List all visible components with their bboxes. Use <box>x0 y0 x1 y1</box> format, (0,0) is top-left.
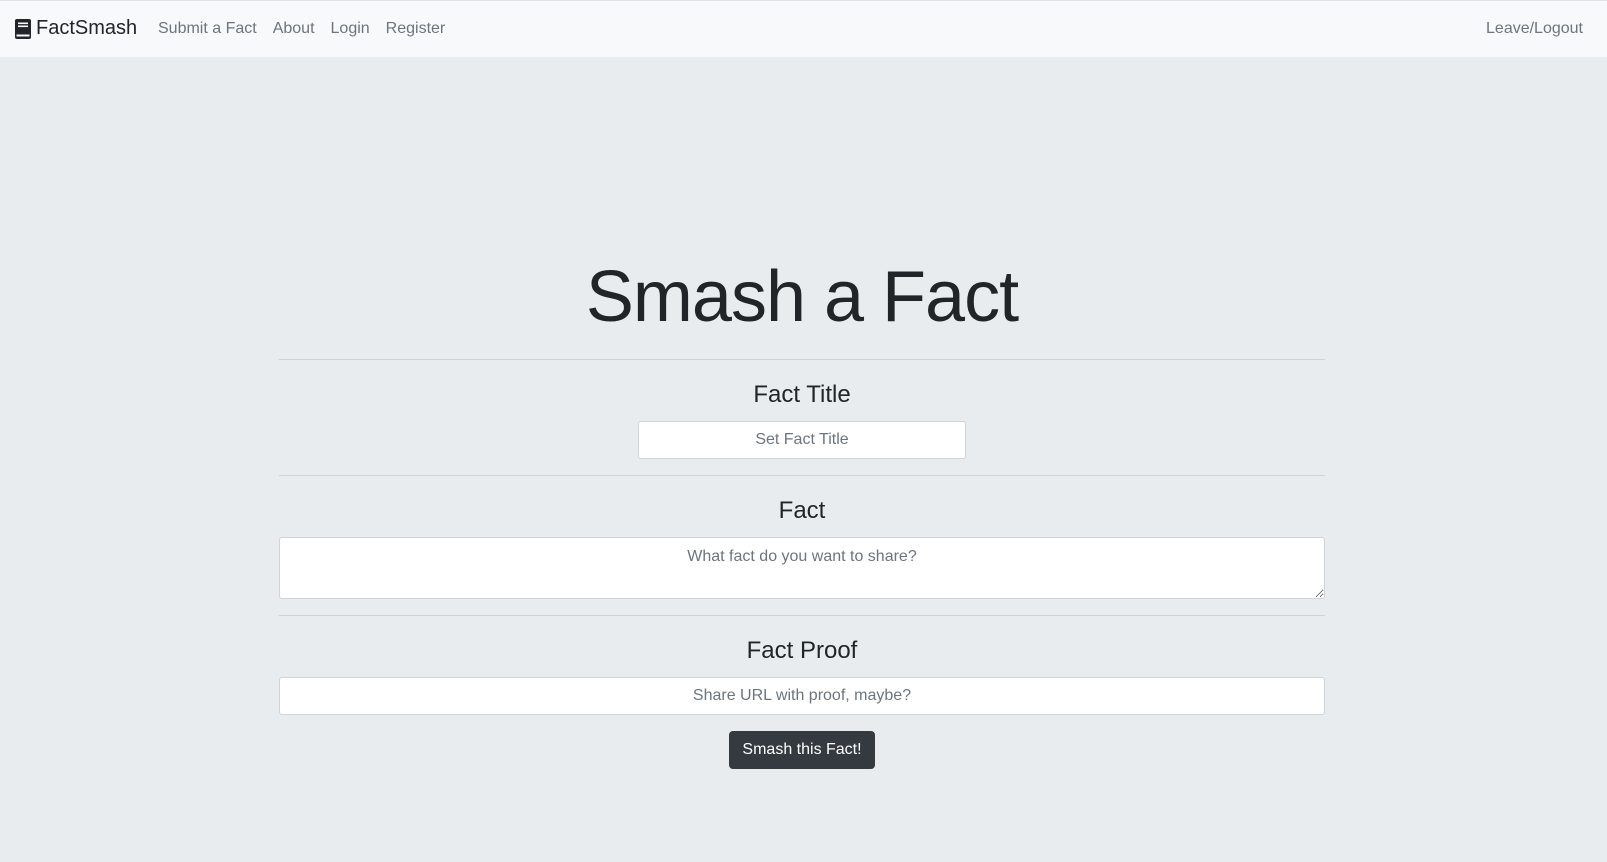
fact-label: Fact <box>778 497 826 524</box>
brand-name: FactSmash <box>36 17 138 39</box>
nav-link-logout[interactable]: Leave/Logout <box>1486 20 1583 38</box>
brand-link[interactable]: FactSmash <box>14 17 137 40</box>
nav-link-submit-fact[interactable]: Submit a Fact <box>158 20 257 38</box>
divider <box>279 475 1325 476</box>
navbar: FactSmash Submit a Fact About Login Regi… <box>0 0 1607 57</box>
page-title: Smash a Fact <box>585 257 1019 337</box>
fact-title-label: Fact Title <box>753 381 851 408</box>
fact-proof-input[interactable] <box>279 677 1325 715</box>
divider <box>279 359 1325 360</box>
nav-links: Submit a Fact About Login Register <box>158 20 461 38</box>
fact-proof-label: Fact Proof <box>746 637 858 664</box>
divider <box>279 615 1325 616</box>
nav-link-about[interactable]: About <box>273 20 315 38</box>
smash-fact-button[interactable]: Smash this Fact! <box>729 731 875 769</box>
nav-link-login[interactable]: Login <box>331 20 370 38</box>
fact-form: Smash a Fact Fact Title Fact Fact Proof … <box>279 240 1325 769</box>
book-icon <box>14 18 32 40</box>
fact-title-input[interactable] <box>638 421 966 459</box>
nav-link-register[interactable]: Register <box>386 20 446 38</box>
fact-textarea[interactable] <box>279 537 1325 599</box>
